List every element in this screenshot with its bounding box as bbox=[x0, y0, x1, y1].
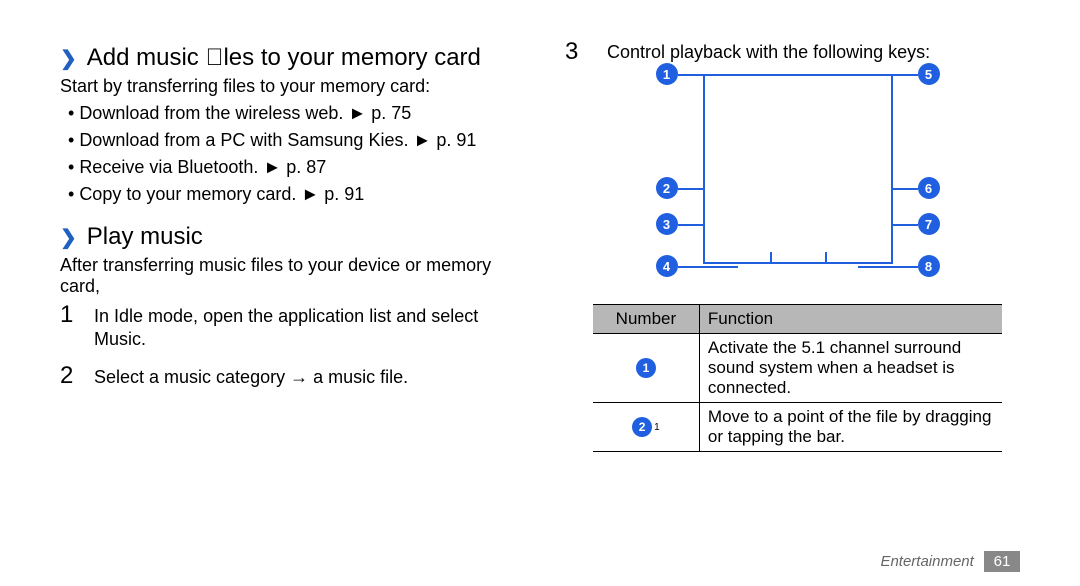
step-number: 1 bbox=[60, 303, 84, 327]
playback-keys-diagram: 1 2 3 4 5 6 7 8 bbox=[648, 74, 948, 284]
lead-line bbox=[893, 188, 918, 190]
callout-8: 8 bbox=[918, 255, 940, 277]
footnote-superscript: 1 bbox=[654, 422, 660, 433]
page-ref: p. 75 bbox=[371, 103, 411, 123]
lead-line bbox=[893, 74, 918, 76]
bullet-text: Download from a PC with Samsung Kies. bbox=[79, 130, 408, 150]
step-1: 1 In Idle mode, open the application lis… bbox=[60, 303, 525, 350]
intro-add-music: Start by transferring files to your memo… bbox=[60, 76, 525, 97]
right-column: 3 Control playback with the following ke… bbox=[555, 40, 1030, 566]
lead-line bbox=[678, 266, 738, 268]
lead-line bbox=[858, 266, 918, 268]
page-ref: p. 91 bbox=[324, 184, 364, 204]
heading-play-music-text: Play music bbox=[87, 223, 203, 251]
callout-6: 6 bbox=[918, 177, 940, 199]
device-frame bbox=[703, 74, 893, 264]
bullet-text: Copy to your memory card. bbox=[79, 184, 296, 204]
number-badge: 1 bbox=[636, 358, 656, 378]
step-number: 3 bbox=[565, 40, 589, 64]
lead-line bbox=[678, 188, 703, 190]
chevron-icon: ❯ bbox=[60, 46, 77, 71]
list-item: Download from the wireless web. ► p. 75 bbox=[68, 103, 525, 124]
page-number: 61 bbox=[984, 551, 1020, 572]
manual-page: ❯ Add music ￾les to your memory card Sta… bbox=[0, 0, 1080, 586]
lead-line bbox=[893, 224, 918, 226]
left-column: ❯ Add music ￾les to your memory card Sta… bbox=[60, 40, 555, 566]
callout-5: 5 bbox=[918, 63, 940, 85]
reference-arrow-icon: ► bbox=[301, 184, 324, 204]
reference-arrow-icon: ► bbox=[348, 103, 371, 123]
number-badge: 2 bbox=[632, 417, 652, 437]
lead-line bbox=[678, 74, 703, 76]
reference-arrow-icon: ► bbox=[263, 157, 286, 177]
row-number: 1 bbox=[593, 334, 700, 402]
page-footer: Entertainment 61 bbox=[880, 551, 1020, 572]
row-function: Activate the 5.1 channel surround sound … bbox=[700, 334, 1002, 402]
step-text: Select a music category → a music file. bbox=[94, 366, 408, 389]
row-function: Move to a point of the file by dragging … bbox=[700, 403, 1002, 451]
table-header: Number Function bbox=[593, 304, 1002, 334]
heading-play-music: ❯ Play music bbox=[60, 223, 525, 251]
page-ref: p. 91 bbox=[436, 130, 476, 150]
step-number: 2 bbox=[60, 364, 84, 388]
list-item: Download from a PC with Samsung Kies. ► … bbox=[68, 130, 525, 151]
callout-4: 4 bbox=[656, 255, 678, 277]
play-music-steps: 1 In Idle mode, open the application lis… bbox=[60, 303, 525, 389]
callout-2: 2 bbox=[656, 177, 678, 199]
table-row: 2 1 Move to a point of the file by dragg… bbox=[593, 403, 1002, 451]
page-ref: p. 87 bbox=[286, 157, 326, 177]
callout-1: 1 bbox=[656, 63, 678, 85]
lead-line bbox=[678, 224, 703, 226]
table-row: 1 Activate the 5.1 channel surround soun… bbox=[593, 334, 1002, 403]
header-number: Number bbox=[593, 305, 700, 333]
section-name: Entertainment bbox=[880, 553, 973, 570]
chevron-icon: ❯ bbox=[60, 225, 77, 250]
callout-7: 7 bbox=[918, 213, 940, 235]
step-3: 3 Control playback with the following ke… bbox=[565, 40, 1030, 64]
reference-arrow-icon: ► bbox=[413, 130, 436, 150]
step-text: In Idle mode, open the application list … bbox=[94, 305, 525, 350]
bullet-text: Receive via Bluetooth. bbox=[79, 157, 258, 177]
heading-add-music-text: Add music ￾les to your memory card bbox=[87, 44, 481, 72]
step-2: 2 Select a music category → a music file… bbox=[60, 364, 525, 389]
transfer-methods-list: Download from the wireless web. ► p. 75 … bbox=[60, 103, 525, 205]
list-item: Copy to your memory card. ► p. 91 bbox=[68, 184, 525, 205]
header-function: Function bbox=[700, 305, 1002, 333]
intro-play-music: After transferring music files to your d… bbox=[60, 255, 525, 297]
step-text: Control playback with the following keys… bbox=[607, 42, 930, 63]
heading-add-music: ❯ Add music ￾les to your memory card bbox=[60, 44, 525, 72]
callout-3: 3 bbox=[656, 213, 678, 235]
list-item: Receive via Bluetooth. ► p. 87 bbox=[68, 157, 525, 178]
tick-mark bbox=[825, 252, 827, 264]
functions-table: Number Function 1 Activate the 5.1 chann… bbox=[593, 304, 1002, 452]
bullet-text: Download from the wireless web. bbox=[79, 103, 343, 123]
row-number: 2 1 bbox=[593, 403, 700, 451]
tick-mark bbox=[770, 252, 772, 264]
